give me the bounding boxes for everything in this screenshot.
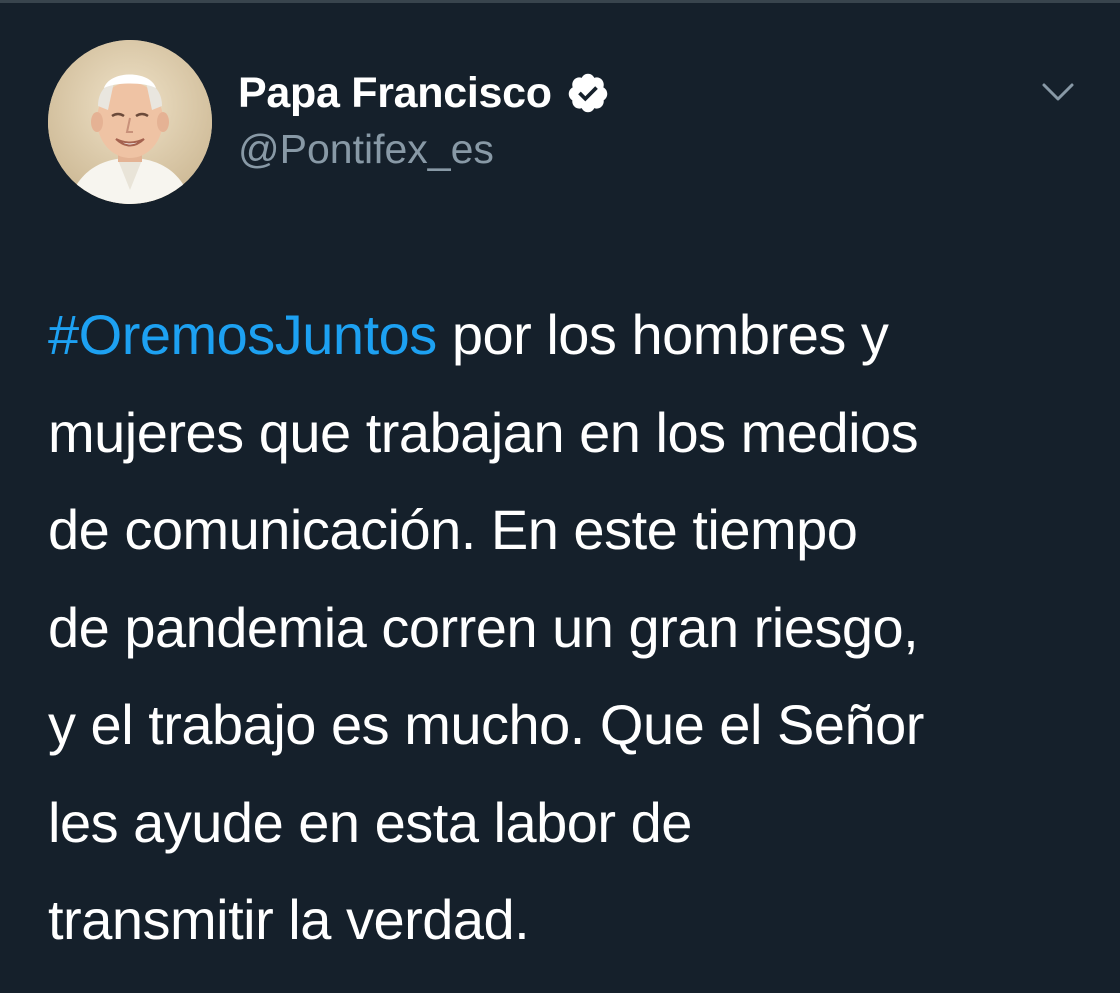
chevron-down-icon[interactable]	[1038, 72, 1078, 112]
tweet-line: les ayude en esta labor de	[48, 790, 692, 854]
author-info: Papa Francisco @Pontifex_es	[238, 66, 610, 173]
verified-badge-icon	[566, 71, 610, 115]
tweet-line: #OremosJuntos por los hombres y	[48, 286, 1098, 384]
name-row: Papa Francisco	[238, 66, 610, 120]
avatar-image	[48, 40, 212, 204]
author-handle[interactable]: @Pontifex_es	[238, 126, 610, 173]
tweet-card: Papa Francisco @Pontifex_es #OremosJunto…	[0, 0, 1120, 993]
author-display-name[interactable]: Papa Francisco	[238, 69, 552, 118]
tweet-line: de comunicación. En este tiempo	[48, 498, 858, 561]
tweet-line: de pandemia corren un gran riesgo,	[48, 595, 919, 659]
tweet-line: transmitir la verdad.	[48, 888, 530, 951]
avatar[interactable]	[48, 40, 212, 204]
tweet-line-text: por los hombres y	[436, 303, 889, 366]
hashtag-link[interactable]: #OremosJuntos	[48, 303, 437, 366]
tweet-line: y el trabajo es mucho. Que el Señor	[48, 693, 924, 756]
tweet-text: #OremosJuntos por los hombres y mujeres …	[48, 286, 1098, 969]
tweet-line: mujeres que trabajan en los medios	[48, 400, 919, 464]
